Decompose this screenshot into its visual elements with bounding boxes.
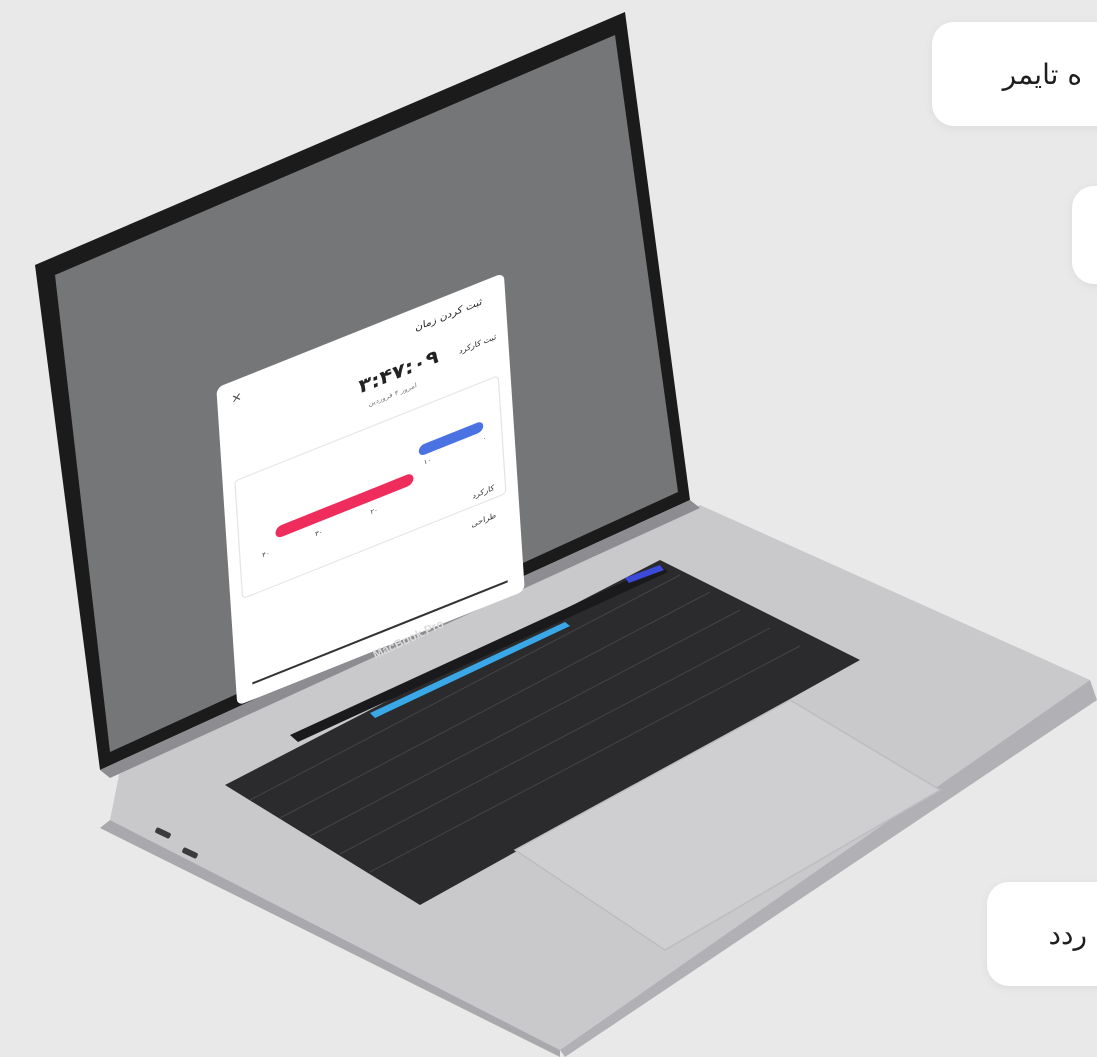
callout-text: ردد <box>1048 917 1087 951</box>
callout-text: ه تایمر <box>1002 57 1082 91</box>
callout-chip: ه تایمر <box>932 22 1097 126</box>
category-label: طراحی <box>471 510 497 530</box>
modal-title: ثبت کردن زمان <box>414 296 483 335</box>
chart-panel <box>234 374 507 600</box>
axis-label: ۰ <box>482 434 487 444</box>
tab-time-entry[interactable]: ثبت کارکرد <box>459 333 497 356</box>
time-entry-modal: × ثبت کردن زمان ثبت کارکرد ۳:۴۷:۰۹ امروز… <box>216 272 525 706</box>
close-icon[interactable]: × <box>231 389 243 407</box>
progress-line <box>252 580 508 685</box>
callout-chip: ردد <box>987 882 1097 986</box>
callout-chip <box>1072 186 1097 284</box>
